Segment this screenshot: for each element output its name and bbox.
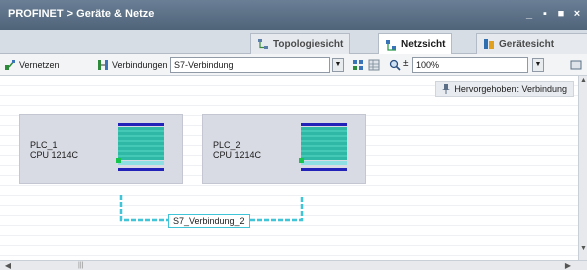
vertical-scrollbar[interactable]: ▲ ▼: [578, 76, 587, 260]
tab-label: Netzsicht: [401, 39, 446, 50]
tab-topologiesicht[interactable]: Topologiesicht: [250, 33, 351, 54]
window-title: PROFINET > Geräte & Netze: [8, 8, 155, 20]
device-icon: [484, 39, 494, 49]
chevron-down-icon[interactable]: ▼: [532, 58, 544, 72]
tab-label: Gerätesicht: [499, 38, 555, 50]
scroll-left-icon[interactable]: ◀: [2, 261, 14, 270]
vernetzen-button[interactable]: Vernetzen: [4, 57, 60, 73]
sidebar-toggle-icon[interactable]: [570, 59, 582, 71]
connection-label[interactable]: S7_Verbindung_2: [168, 214, 250, 228]
table-icon[interactable]: [368, 59, 380, 71]
scroll-thumb[interactable]: |||: [78, 262, 86, 269]
maximize-button[interactable]: ■: [555, 7, 567, 21]
connect-network-icon: [5, 60, 15, 70]
scroll-right-icon[interactable]: ▶: [562, 261, 574, 270]
zoom-icon[interactable]: [389, 59, 401, 71]
close-button[interactable]: ×: [571, 7, 583, 21]
connection-lines: [119, 195, 304, 222]
tab-netzsicht[interactable]: Netzsicht: [378, 33, 453, 55]
verbindungen-button[interactable]: Verbindungen: [97, 57, 168, 73]
network-canvas[interactable]: Hervorgehoben: Verbindung PLC_1 CPU 1214…: [0, 76, 578, 260]
float-button[interactable]: ▪: [539, 7, 551, 21]
tab-geraetesicht[interactable]: Gerätesicht: [476, 33, 587, 54]
connections-icon: [98, 60, 108, 70]
minimize-button[interactable]: _: [523, 7, 535, 21]
network-icon: [386, 39, 396, 51]
scroll-up-icon[interactable]: ▲: [579, 76, 587, 86]
tab-label: Topologiesicht: [273, 38, 344, 50]
window-controls: _ ▪ ■ ×: [523, 7, 583, 21]
chevron-down-icon[interactable]: ▼: [332, 58, 344, 72]
zoom-level-select[interactable]: 100%: [412, 57, 528, 73]
network-toolbar: Vernetzen Verbindungen S7-Verbindung ▼ ±…: [0, 54, 587, 76]
view-tab-bar: Topologiesicht Netzsicht Gerätesicht: [0, 30, 587, 55]
vernetzen-label: Vernetzen: [19, 60, 60, 70]
scroll-down-icon[interactable]: ▼: [579, 244, 587, 254]
connection-type-select[interactable]: S7-Verbindung: [170, 57, 330, 73]
verbindungen-label: Verbindungen: [112, 60, 168, 70]
horizontal-scrollbar[interactable]: ◀ ||| ▶: [0, 260, 587, 270]
topology-icon: [258, 39, 268, 49]
window-title-bar: PROFINET > Geräte & Netze _ ▪ ■ ×: [0, 0, 587, 30]
zoom-plus-minus-icon[interactable]: ±: [403, 58, 409, 69]
network-overview-icon[interactable]: [352, 59, 364, 71]
